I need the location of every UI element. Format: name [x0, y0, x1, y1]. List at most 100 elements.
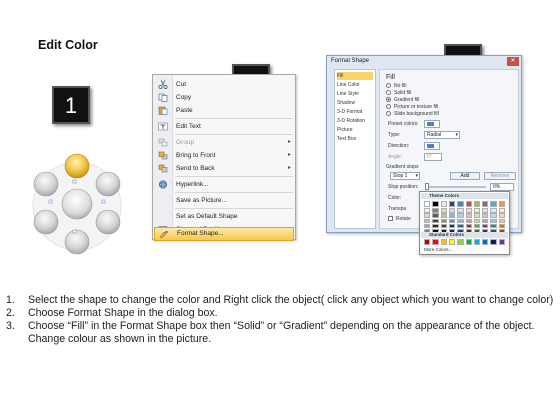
- nav-item-shadow[interactable]: Shadow: [337, 99, 373, 107]
- color-swatch[interactable]: [490, 218, 497, 224]
- slider-thumb[interactable]: [425, 183, 429, 190]
- color-swatch[interactable]: [498, 218, 506, 224]
- color-swatch[interactable]: [465, 208, 472, 213]
- menu-item-paste[interactable]: Paste: [154, 104, 294, 117]
- stop-select[interactable]: Stop 1 ▾: [390, 172, 420, 180]
- color-swatch[interactable]: [482, 239, 489, 245]
- color-swatch[interactable]: [482, 208, 489, 213]
- menu-item-hyperlink[interactable]: Hyperlink...: [154, 178, 294, 191]
- petal-top-left[interactable]: [33, 171, 59, 197]
- menu-item-edit-text[interactable]: Edit Text: [154, 120, 294, 133]
- color-swatch[interactable]: [482, 213, 489, 218]
- menu-item-save-as-picture[interactable]: Save as Picture...: [154, 194, 294, 207]
- color-swatch[interactable]: [498, 213, 506, 218]
- color-swatch[interactable]: [448, 213, 456, 218]
- petal-bottom[interactable]: [64, 229, 90, 255]
- menu-item-group[interactable]: Group ▸: [154, 136, 294, 149]
- color-swatch[interactable]: [482, 218, 489, 224]
- radio-slide-background-fill[interactable]: Slide background fill: [386, 111, 439, 118]
- color-swatch[interactable]: [457, 201, 464, 207]
- color-swatch[interactable]: [432, 218, 439, 224]
- petal-top[interactable]: [64, 153, 90, 179]
- more-colors-link[interactable]: More Colors...: [424, 247, 452, 252]
- color-swatch[interactable]: [440, 218, 447, 224]
- color-swatch[interactable]: [473, 201, 481, 207]
- nav-item-picture[interactable]: Picture: [337, 126, 373, 134]
- color-swatch[interactable]: [498, 201, 506, 207]
- color-swatch[interactable]: [424, 223, 431, 229]
- color-swatch[interactable]: [448, 218, 456, 224]
- nav-item-line-style[interactable]: Line Style: [337, 90, 373, 98]
- color-swatch[interactable]: [424, 239, 431, 245]
- color-swatch[interactable]: [490, 239, 497, 245]
- color-swatch[interactable]: [440, 213, 447, 218]
- color-swatch[interactable]: [424, 201, 431, 207]
- color-swatch[interactable]: [465, 223, 472, 229]
- color-swatch[interactable]: [457, 213, 464, 218]
- color-swatch[interactable]: [448, 201, 456, 207]
- color-swatch[interactable]: [465, 218, 472, 224]
- color-swatch[interactable]: [448, 208, 456, 213]
- selection-handle[interactable]: [48, 199, 53, 204]
- menu-item-send-to-back[interactable]: Send to Back ▸: [154, 162, 294, 175]
- color-swatch[interactable]: [432, 239, 439, 245]
- flower-diagram[interactable]: [22, 146, 132, 266]
- color-swatch[interactable]: [457, 239, 464, 245]
- selection-handle[interactable]: [72, 229, 77, 234]
- nav-item-3d-rotation[interactable]: 3-D Rotation: [337, 117, 373, 125]
- color-swatch[interactable]: [490, 201, 497, 207]
- color-swatch[interactable]: [498, 223, 506, 229]
- color-swatch[interactable]: [448, 239, 456, 245]
- color-swatch[interactable]: [473, 213, 481, 218]
- color-swatch[interactable]: [465, 239, 472, 245]
- selection-handle[interactable]: [101, 199, 106, 204]
- petal-bottom-right[interactable]: [95, 209, 121, 235]
- color-swatch[interactable]: [490, 223, 497, 229]
- color-swatch[interactable]: [490, 208, 497, 213]
- color-swatch[interactable]: [473, 208, 481, 213]
- close-icon[interactable]: ✕: [507, 57, 519, 66]
- color-swatch[interactable]: [424, 208, 431, 213]
- color-swatch[interactable]: [482, 201, 489, 207]
- color-swatch[interactable]: [490, 213, 497, 218]
- color-swatch[interactable]: [498, 208, 506, 213]
- menu-item-cut[interactable]: Cut: [154, 78, 294, 91]
- color-swatch[interactable]: [457, 208, 464, 213]
- color-swatch[interactable]: [457, 218, 464, 224]
- color-swatch[interactable]: [440, 239, 447, 245]
- menu-item-format-shape[interactable]: Format Shape...: [154, 227, 294, 241]
- remove-stop-button[interactable]: Remove: [484, 172, 516, 180]
- direction-button[interactable]: [424, 142, 440, 150]
- selection-handle[interactable]: [72, 179, 77, 184]
- color-swatch[interactable]: [424, 218, 431, 224]
- stop-position-input[interactable]: 0%: [490, 183, 514, 191]
- color-swatch[interactable]: [432, 223, 439, 229]
- color-swatch[interactable]: [440, 201, 447, 207]
- type-select[interactable]: Radial ▾: [424, 131, 460, 139]
- menu-item-copy[interactable]: Copy: [154, 91, 294, 104]
- preset-colors-button[interactable]: [424, 120, 440, 128]
- color-swatch[interactable]: [473, 223, 481, 229]
- menu-item-set-default-shape[interactable]: Set as Default Shape: [154, 210, 294, 223]
- color-swatch[interactable]: [424, 213, 431, 218]
- add-stop-button[interactable]: Add: [450, 172, 480, 180]
- stop-position-slider[interactable]: [426, 186, 486, 188]
- color-swatch[interactable]: [457, 223, 464, 229]
- petal-top-right[interactable]: [95, 171, 121, 197]
- color-swatch[interactable]: [432, 201, 439, 207]
- center-circle[interactable]: [61, 188, 93, 220]
- nav-item-text-box[interactable]: Text Box: [337, 135, 373, 143]
- radio-no-fill[interactable]: No fill: [386, 83, 407, 90]
- color-swatch[interactable]: [482, 223, 489, 229]
- color-swatch[interactable]: [473, 239, 481, 245]
- angle-input[interactable]: 0°: [424, 153, 442, 161]
- nav-item-line-color[interactable]: Line Color: [337, 81, 373, 89]
- color-swatch[interactable]: [440, 208, 447, 213]
- nav-item-fill[interactable]: Fill: [337, 72, 373, 80]
- radio-picture-fill[interactable]: Picture or texture fill: [386, 104, 438, 111]
- color-swatch[interactable]: [432, 208, 439, 213]
- color-swatch[interactable]: [448, 223, 456, 229]
- menu-item-bring-to-front[interactable]: Bring to Front ▸: [154, 149, 294, 162]
- nav-item-3d-format[interactable]: 3-D Format: [337, 108, 373, 116]
- petal-bottom-left[interactable]: [33, 209, 59, 235]
